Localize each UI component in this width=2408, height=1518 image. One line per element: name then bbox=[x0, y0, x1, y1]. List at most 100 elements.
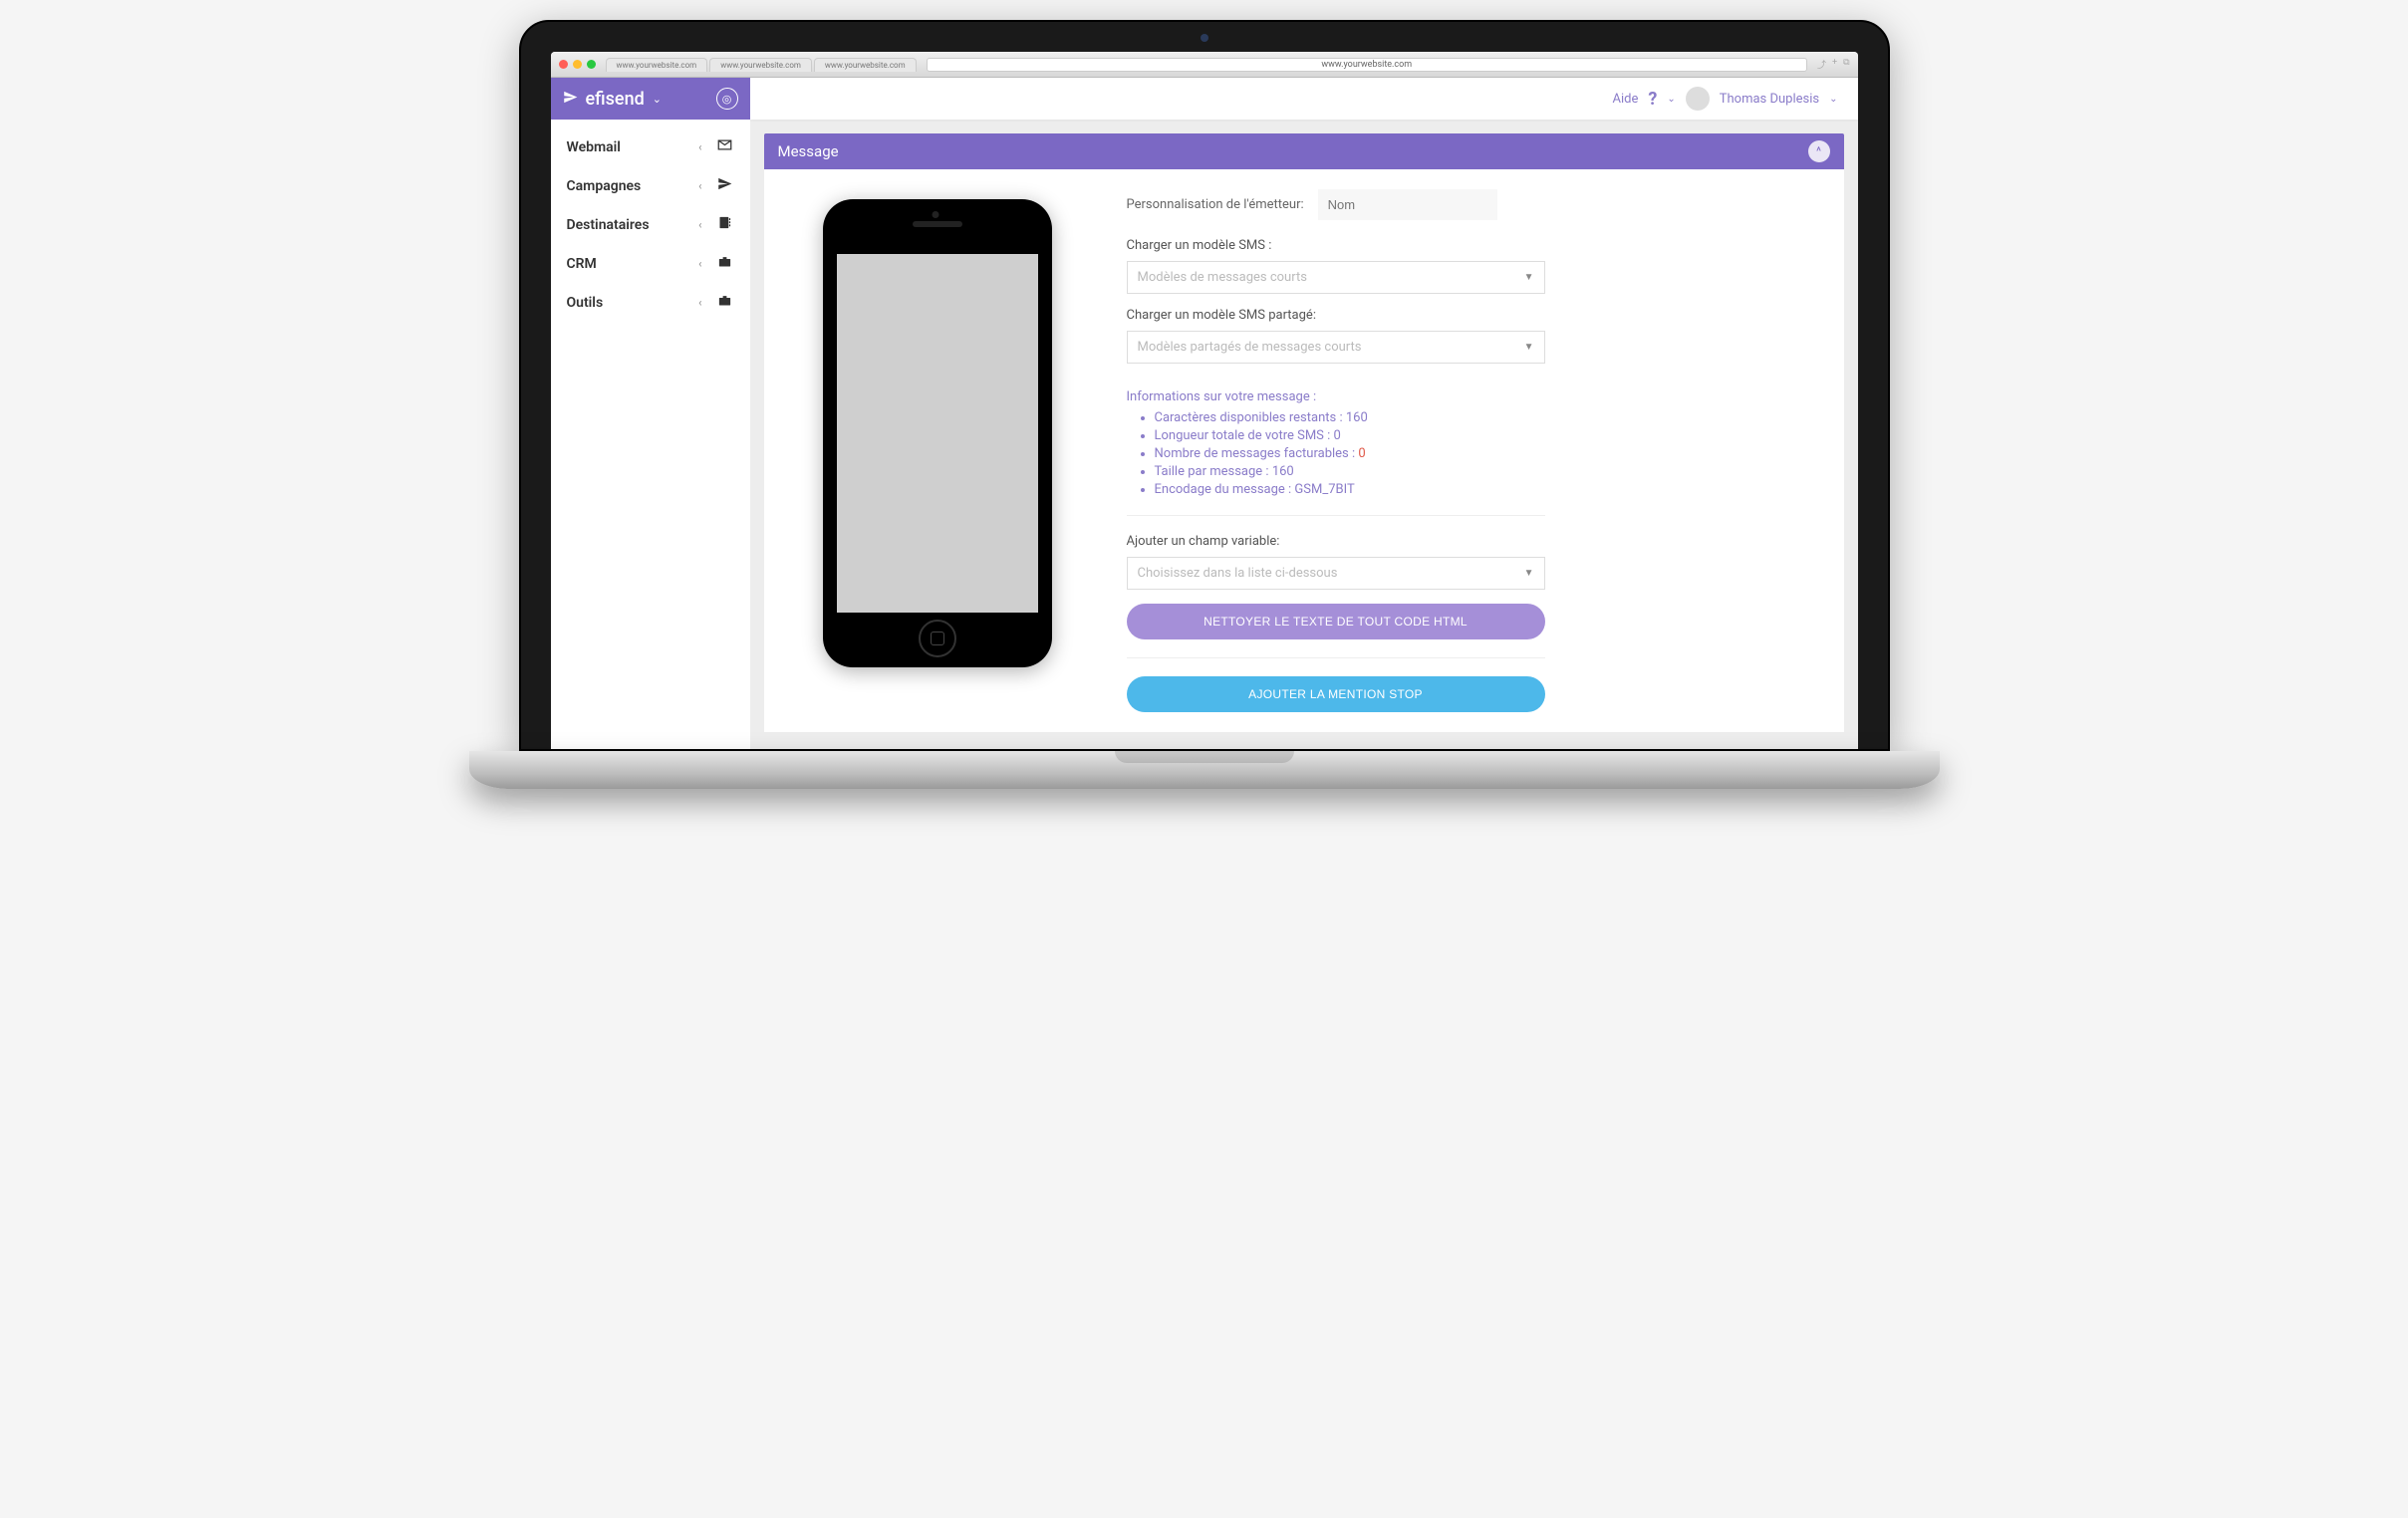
caret-down-icon: ▼ bbox=[1524, 342, 1534, 353]
sidebar-item-campagnes[interactable]: Campagnes ‹ bbox=[551, 166, 750, 205]
sidebar-item-label: Webmail bbox=[567, 139, 699, 155]
screen: www.yourwebsite.com www.yourwebsite.com … bbox=[551, 52, 1858, 749]
info-value: GSM_7BIT bbox=[1294, 482, 1354, 497]
avatar[interactable] bbox=[1686, 87, 1710, 111]
content: Message ^ bbox=[764, 133, 1844, 735]
caret-down-icon: ▼ bbox=[1524, 568, 1534, 579]
shared-model-select[interactable]: Modèles partagés de messages courts ▼ bbox=[1127, 331, 1545, 364]
sidebar: efisend ⌄ ◎ Webmail ‹ bbox=[551, 78, 750, 749]
sender-label: Personnalisation de l'émetteur: bbox=[1127, 197, 1304, 212]
laptop-mockup: www.yourwebsite.com www.yourwebsite.com … bbox=[519, 20, 1890, 789]
browser-tab[interactable]: www.yourwebsite.com bbox=[606, 58, 708, 72]
message-info: Informations sur votre message : Caractè… bbox=[1127, 389, 1820, 497]
load-model-label: Charger un modèle SMS : bbox=[1127, 238, 1820, 253]
info-label: Encodage du message : bbox=[1155, 482, 1292, 497]
panel-title: Message bbox=[778, 142, 839, 160]
main: Aide ? ⌄ Thomas Duplesis ⌄ Message ^ bbox=[750, 78, 1858, 749]
toolbox-icon bbox=[716, 293, 734, 312]
brand-name: efisend bbox=[586, 89, 645, 110]
close-window-icon[interactable] bbox=[559, 60, 568, 69]
browser-tab[interactable]: www.yourwebsite.com bbox=[814, 58, 917, 72]
send-icon bbox=[563, 89, 578, 110]
add-stop-button[interactable]: AJOUTER LA MENTION STOP bbox=[1127, 676, 1545, 712]
add-icon[interactable]: + bbox=[1832, 58, 1837, 71]
chevron-left-icon: ‹ bbox=[698, 257, 701, 270]
browser-actions: ⤴ + ⧉ bbox=[1817, 58, 1850, 71]
sidebar-item-label: Outils bbox=[567, 295, 699, 311]
send-icon bbox=[716, 176, 734, 195]
target-icon[interactable]: ◎ bbox=[716, 88, 738, 110]
info-chars: Caractères disponibles restants : 160 bbox=[1155, 410, 1820, 425]
panel-header: Message ^ bbox=[764, 133, 1844, 169]
minimize-window-icon[interactable] bbox=[573, 60, 582, 69]
contacts-icon bbox=[716, 215, 734, 234]
topbar: Aide ? ⌄ Thomas Duplesis ⌄ bbox=[750, 78, 1858, 120]
model-select[interactable]: Modèles de messages courts ▼ bbox=[1127, 261, 1545, 294]
info-value: 0 bbox=[1334, 428, 1341, 443]
sidebar-item-destinataires[interactable]: Destinataires ‹ bbox=[551, 205, 750, 244]
info-label: Taille par message : bbox=[1155, 464, 1269, 479]
window-controls bbox=[559, 60, 596, 69]
add-variable-label: Ajouter un champ variable: bbox=[1127, 534, 1820, 549]
info-value: 160 bbox=[1346, 410, 1368, 425]
browser-tab[interactable]: www.yourwebsite.com bbox=[709, 58, 812, 72]
browser-tabs: www.yourwebsite.com www.yourwebsite.com … bbox=[606, 58, 917, 72]
select-placeholder: Modèles partagés de messages courts bbox=[1138, 340, 1362, 355]
sidebar-item-label: Campagnes bbox=[567, 178, 699, 194]
info-value: 160 bbox=[1272, 464, 1294, 479]
sidebar-item-label: Destinataires bbox=[567, 217, 699, 233]
info-label: Nombre de messages facturables : bbox=[1155, 446, 1356, 461]
help-link[interactable]: Aide bbox=[1613, 92, 1639, 107]
briefcase-icon bbox=[716, 254, 734, 273]
app: efisend ⌄ ◎ Webmail ‹ bbox=[551, 78, 1858, 749]
phone-preview-column bbox=[788, 189, 1087, 712]
laptop-screen-frame: www.yourwebsite.com www.yourwebsite.com … bbox=[519, 20, 1890, 751]
variable-select[interactable]: Choisissez dans la liste ci-dessous ▼ bbox=[1127, 557, 1545, 590]
caret-down-icon: ▼ bbox=[1524, 272, 1534, 283]
chevron-down-icon[interactable]: ⌄ bbox=[653, 93, 662, 106]
sidebar-item-outils[interactable]: Outils ‹ bbox=[551, 283, 750, 322]
sidebar-item-webmail[interactable]: Webmail ‹ bbox=[551, 127, 750, 166]
sidebar-item-label: CRM bbox=[567, 256, 699, 272]
chevron-left-icon: ‹ bbox=[698, 296, 701, 309]
info-label: Longueur totale de votre SMS : bbox=[1155, 428, 1331, 443]
chevron-left-icon: ‹ bbox=[698, 140, 701, 153]
chevron-down-icon[interactable]: ⌄ bbox=[1829, 94, 1837, 105]
clean-html-button[interactable]: NETTOYER LE TEXTE DE TOUT CODE HTML bbox=[1127, 604, 1545, 639]
user-name[interactable]: Thomas Duplesis bbox=[1720, 92, 1819, 107]
load-shared-label: Charger un modèle SMS partagé: bbox=[1127, 308, 1820, 323]
address-bar[interactable]: www.yourwebsite.com bbox=[927, 58, 1807, 72]
help-icon[interactable]: ? bbox=[1648, 89, 1657, 110]
panel-body: Personnalisation de l'émetteur: Charger … bbox=[764, 169, 1844, 732]
share-icon[interactable]: ⤴ bbox=[1817, 58, 1826, 71]
tabs-icon[interactable]: ⧉ bbox=[1843, 58, 1849, 71]
phone-screen bbox=[837, 254, 1038, 613]
home-button-icon bbox=[919, 620, 956, 657]
chevron-left-icon: ‹ bbox=[698, 179, 701, 192]
collapse-button[interactable]: ^ bbox=[1808, 140, 1830, 162]
info-label: Caractères disponibles restants : bbox=[1155, 410, 1343, 425]
form-column: Personnalisation de l'émetteur: Charger … bbox=[1127, 189, 1820, 712]
chevron-down-icon[interactable]: ⌄ bbox=[1667, 94, 1675, 105]
info-value: 0 bbox=[1358, 446, 1365, 461]
info-encoding: Encodage du message : GSM_7BIT bbox=[1155, 482, 1820, 497]
mail-icon bbox=[716, 137, 734, 156]
info-size: Taille par message : 160 bbox=[1155, 464, 1820, 479]
select-placeholder: Choisissez dans la liste ci-dessous bbox=[1138, 566, 1338, 581]
laptop-base bbox=[469, 751, 1940, 789]
select-placeholder: Modèles de messages courts bbox=[1138, 270, 1307, 285]
sidebar-item-crm[interactable]: CRM ‹ bbox=[551, 244, 750, 283]
info-length: Longueur totale de votre SMS : 0 bbox=[1155, 428, 1820, 443]
brand-bar: efisend ⌄ ◎ bbox=[551, 78, 750, 120]
phone-mockup bbox=[823, 199, 1052, 667]
info-billable: Nombre de messages facturables : 0 bbox=[1155, 446, 1820, 461]
sender-input[interactable] bbox=[1318, 189, 1497, 220]
nav: Webmail ‹ Campagnes ‹ bbox=[551, 120, 750, 330]
maximize-window-icon[interactable] bbox=[587, 60, 596, 69]
chevron-left-icon: ‹ bbox=[698, 218, 701, 231]
divider bbox=[1127, 657, 1545, 658]
info-heading: Informations sur votre message : bbox=[1127, 389, 1820, 404]
browser-chrome: www.yourwebsite.com www.yourwebsite.com … bbox=[551, 52, 1858, 78]
laptop-camera bbox=[1201, 34, 1208, 42]
divider bbox=[1127, 515, 1545, 516]
